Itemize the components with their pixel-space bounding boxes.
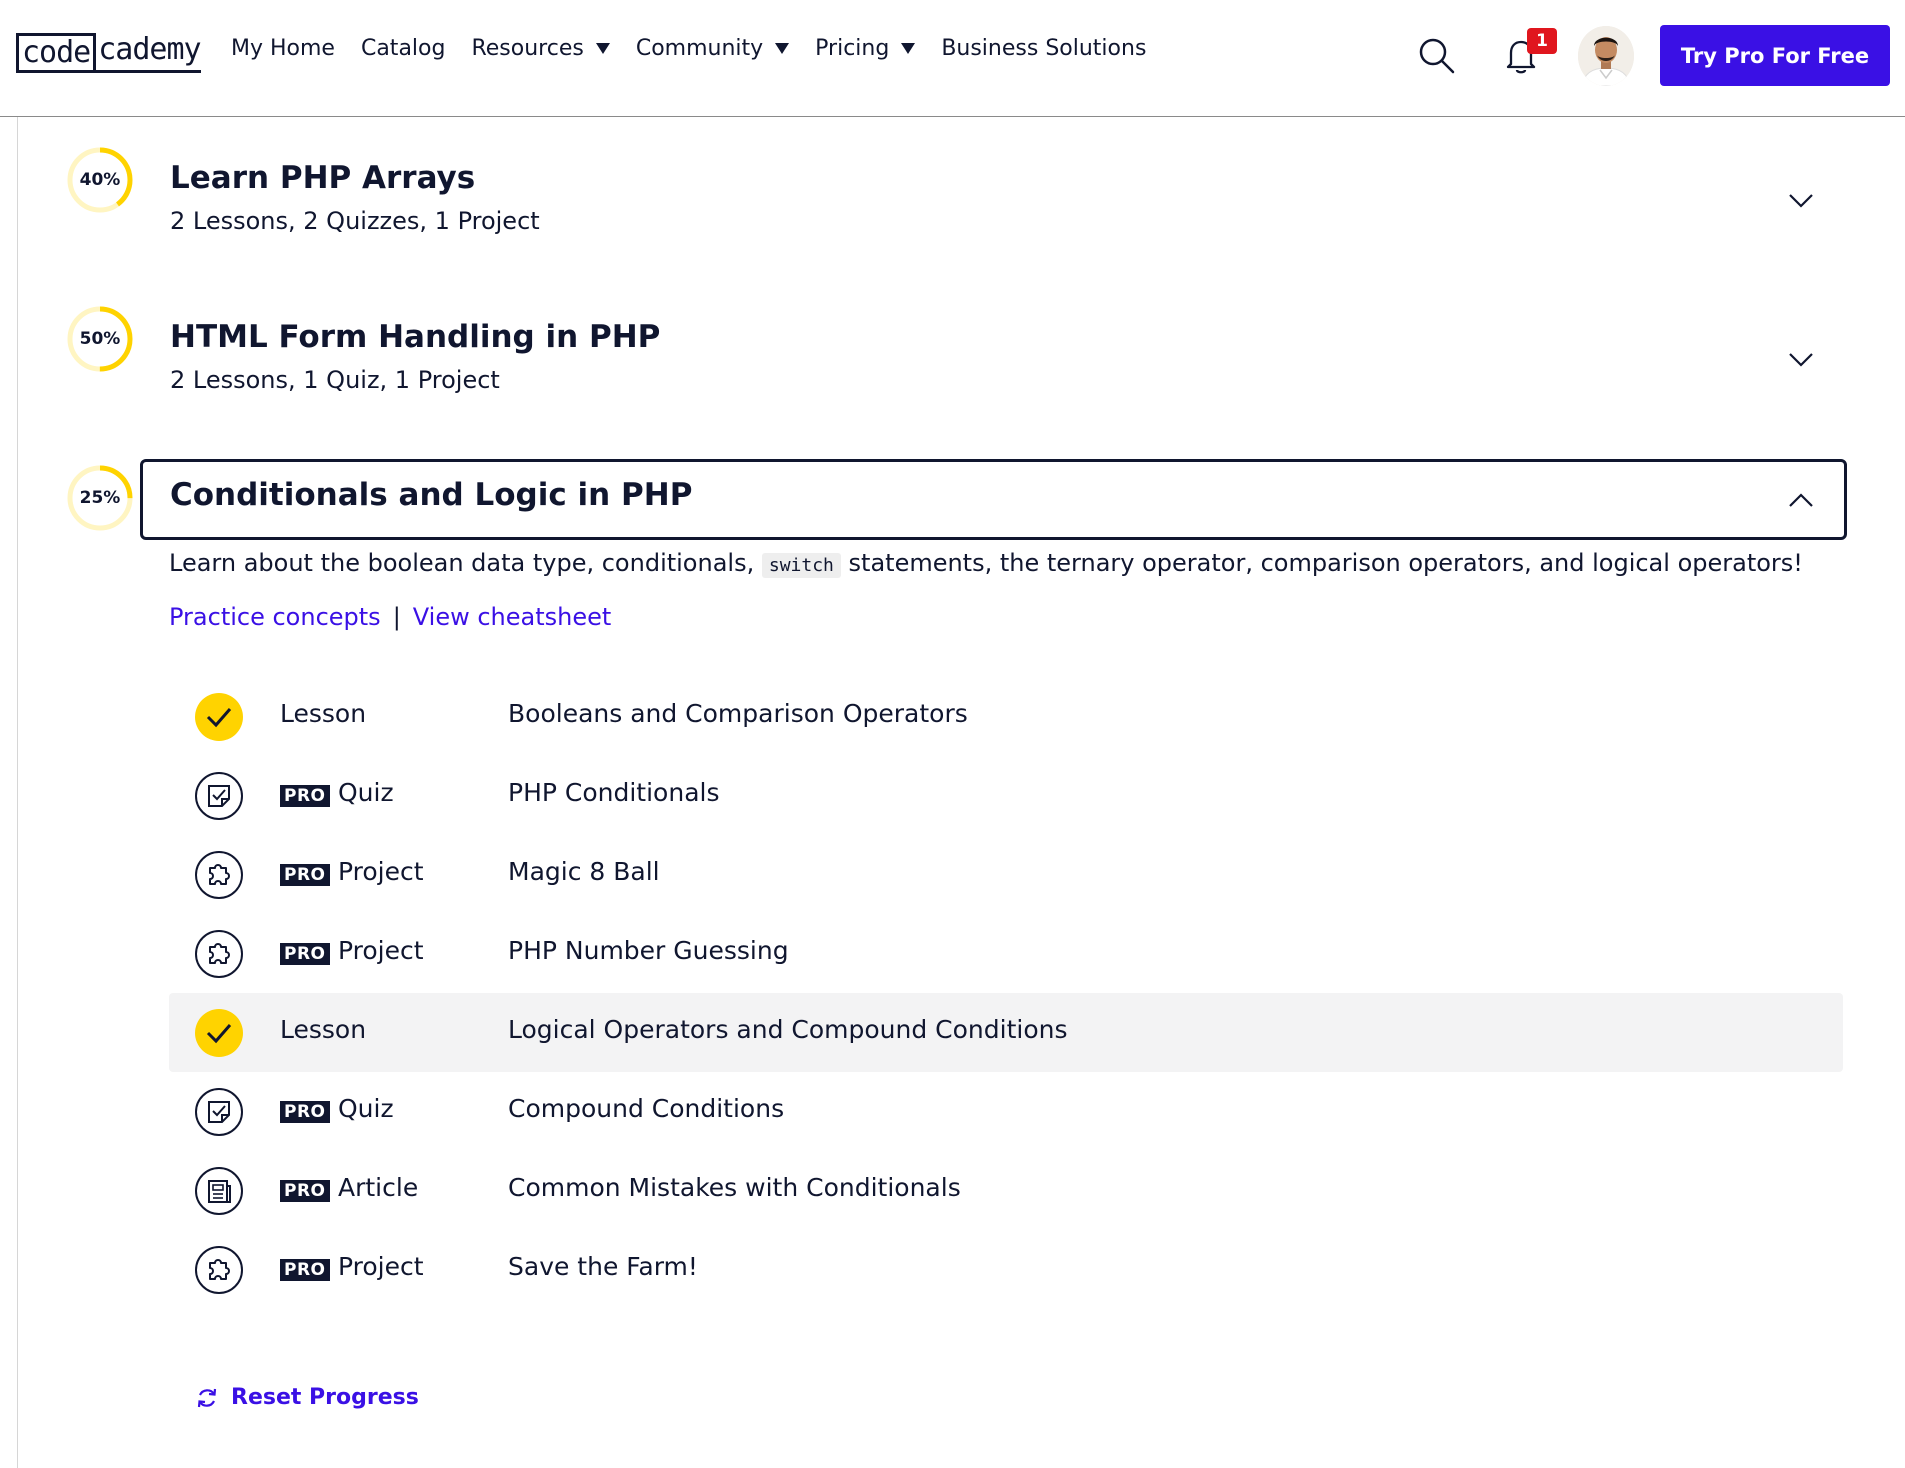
item-title[interactable]: PHP Number Guessing [508, 936, 789, 965]
item-type: Lesson [280, 699, 367, 728]
progress-ring: 50% [66, 305, 134, 373]
puzzle-icon [195, 930, 243, 978]
item-type: Article [338, 1173, 419, 1202]
search-icon[interactable] [1417, 36, 1457, 76]
item-title[interactable]: Compound Conditions [508, 1094, 784, 1123]
puzzle-icon [195, 1246, 243, 1294]
reset-progress-label: Reset Progress [231, 1385, 419, 1410]
link-separator: | [392, 603, 401, 631]
caret-down-icon [595, 43, 610, 54]
chevron-down-icon[interactable] [1788, 193, 1814, 209]
pro-badge: PRO [280, 785, 330, 807]
logo-code-part: code [16, 33, 97, 73]
main-nav: My Home Catalog Resources Community Pric… [231, 36, 1146, 61]
content-item[interactable]: Lesson Booleans and Comparison Operators [169, 677, 1843, 756]
view-cheatsheet-link[interactable]: View cheatsheet [413, 603, 612, 631]
nav-label: Pricing [815, 36, 890, 61]
avatar[interactable] [1578, 26, 1634, 86]
try-pro-button[interactable]: Try Pro For Free [1660, 25, 1890, 86]
codecademy-logo[interactable]: code cademy [16, 32, 202, 74]
module-description: Learn about the boolean data type, condi… [169, 549, 1803, 578]
nav-community[interactable]: Community [635, 36, 790, 61]
chevron-up-icon[interactable] [1788, 492, 1814, 508]
pro-badge: PRO [280, 864, 330, 886]
chevron-down-icon[interactable] [1788, 352, 1814, 368]
top-nav-bar: code cademy My Home Catalog Resources Com… [0, 0, 1905, 117]
nav-label: Resources [471, 36, 584, 61]
module-title[interactable]: Learn PHP Arrays [170, 160, 475, 196]
practice-concepts-link[interactable]: Practice concepts [169, 603, 381, 631]
item-type: Lesson [280, 1015, 367, 1044]
caret-down-icon [901, 43, 916, 54]
item-type: Quiz [338, 1094, 394, 1123]
reset-progress-button[interactable]: Reset Progress [195, 1385, 419, 1410]
progress-percent: 50% [79, 329, 121, 349]
item-type: Quiz [338, 778, 394, 807]
description-text: statements, the ternary operator, compar… [848, 549, 1803, 577]
progress-percent: 25% [79, 488, 121, 508]
puzzle-icon [195, 851, 243, 899]
item-title[interactable]: Booleans and Comparison Operators [508, 699, 968, 728]
nav-resources[interactable]: Resources [471, 36, 610, 61]
content-item-list: Lesson Booleans and Comparison Operators… [169, 677, 1843, 1309]
inline-code: switch [761, 553, 841, 578]
progress-ring: 40% [66, 146, 134, 214]
refresh-icon [197, 1388, 217, 1407]
module-title[interactable]: Conditionals and Logic in PHP [170, 477, 692, 513]
notification-badge: 1 [1527, 28, 1557, 54]
item-title[interactable]: Common Mistakes with Conditionals [508, 1173, 961, 1202]
module-title[interactable]: HTML Form Handling in PHP [170, 319, 660, 355]
progress-percent: 40% [79, 170, 121, 190]
content-item[interactable]: PRO Quiz PHP Conditionals [169, 756, 1843, 835]
pro-badge: PRO [280, 1180, 330, 1202]
check-icon [195, 693, 243, 741]
description-text: Learn about the boolean data type, condi… [169, 549, 755, 577]
item-title[interactable]: PHP Conditionals [508, 778, 720, 807]
item-type: Project [338, 1252, 424, 1281]
nav-pricing[interactable]: Pricing [815, 36, 916, 61]
caret-down-icon [775, 43, 790, 54]
nav-my-home[interactable]: My Home [231, 36, 335, 61]
quiz-icon [195, 1088, 243, 1136]
content-item[interactable]: PRO Article Common Mistakes with Conditi… [169, 1151, 1843, 1230]
progress-ring: 25% [66, 464, 134, 532]
module-summary: 2 Lessons, 1 Quiz, 1 Project [170, 366, 500, 394]
content-item[interactable]: PRO Quiz Compound Conditions [169, 1072, 1843, 1151]
item-type: Project [338, 857, 424, 886]
quiz-icon [195, 772, 243, 820]
content-item[interactable]: PRO Project Magic 8 Ball [169, 835, 1843, 914]
nav-label: Catalog [360, 36, 446, 61]
check-icon [195, 1009, 243, 1057]
logo-cademy-part: cademy [96, 33, 202, 73]
content-item[interactable]: PRO Project PHP Number Guessing [169, 914, 1843, 993]
content-item[interactable]: Lesson Logical Operators and Compound Co… [169, 993, 1843, 1072]
module-links: Practice concepts | View cheatsheet [169, 603, 611, 631]
nav-catalog[interactable]: Catalog [361, 36, 446, 61]
item-title[interactable]: Magic 8 Ball [508, 857, 660, 886]
pro-badge: PRO [280, 1259, 330, 1281]
item-title[interactable]: Save the Farm! [508, 1252, 698, 1281]
item-type: Project [338, 936, 424, 965]
syllabus-content: 40% Learn PHP Arrays 2 Lessons, 2 Quizze… [17, 117, 1905, 1468]
pro-badge: PRO [280, 943, 330, 965]
nav-label: My Home [231, 36, 335, 61]
nav-business-solutions[interactable]: Business Solutions [941, 36, 1146, 61]
pro-badge: PRO [280, 1101, 330, 1123]
content-item[interactable]: PRO Project Save the Farm! [169, 1230, 1843, 1309]
item-title[interactable]: Logical Operators and Compound Condition… [508, 1015, 1068, 1044]
article-icon [195, 1167, 243, 1215]
module-summary: 2 Lessons, 2 Quizzes, 1 Project [170, 207, 540, 235]
nav-label: Community [635, 36, 764, 61]
nav-label: Business Solutions [941, 36, 1147, 61]
